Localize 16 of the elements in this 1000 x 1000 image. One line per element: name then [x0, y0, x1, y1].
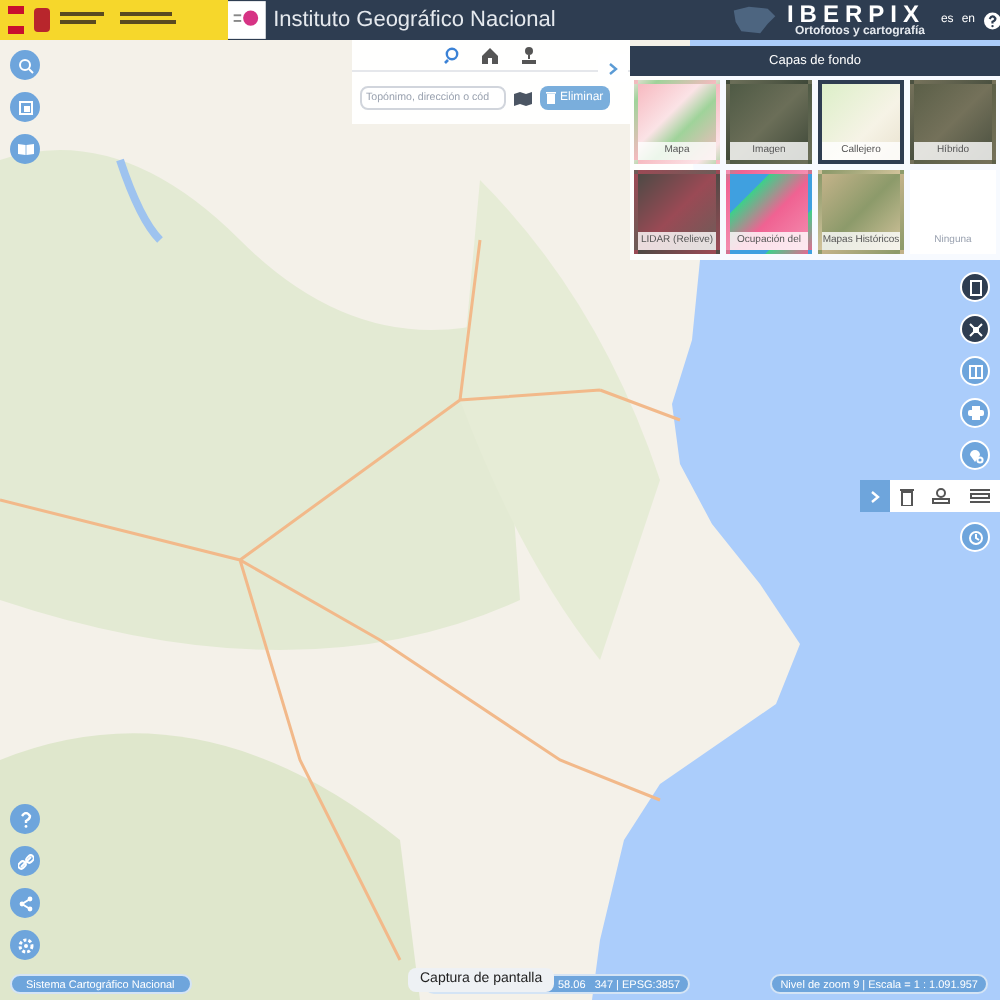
institute-title: Instituto Geográfico Nacional	[273, 5, 556, 36]
pin-icon[interactable]	[520, 46, 538, 64]
brand-title: IBERPIX	[786, 2, 925, 26]
stamp-icon[interactable]	[932, 487, 951, 505]
map-icon[interactable]	[514, 90, 532, 106]
trash-icon[interactable]	[899, 487, 914, 505]
help-icon[interactable]	[983, 11, 1000, 29]
chevron-icon	[870, 489, 880, 503]
ministry-logo	[227, 0, 266, 40]
house-icon[interactable]	[482, 46, 500, 64]
search-icon[interactable]	[444, 46, 462, 64]
ruler-icon[interactable]	[970, 488, 991, 504]
chevron-icon	[608, 61, 618, 75]
collapse-button[interactable]	[860, 480, 890, 512]
spain-map-icon	[729, 4, 779, 36]
trash-icon	[546, 92, 556, 104]
